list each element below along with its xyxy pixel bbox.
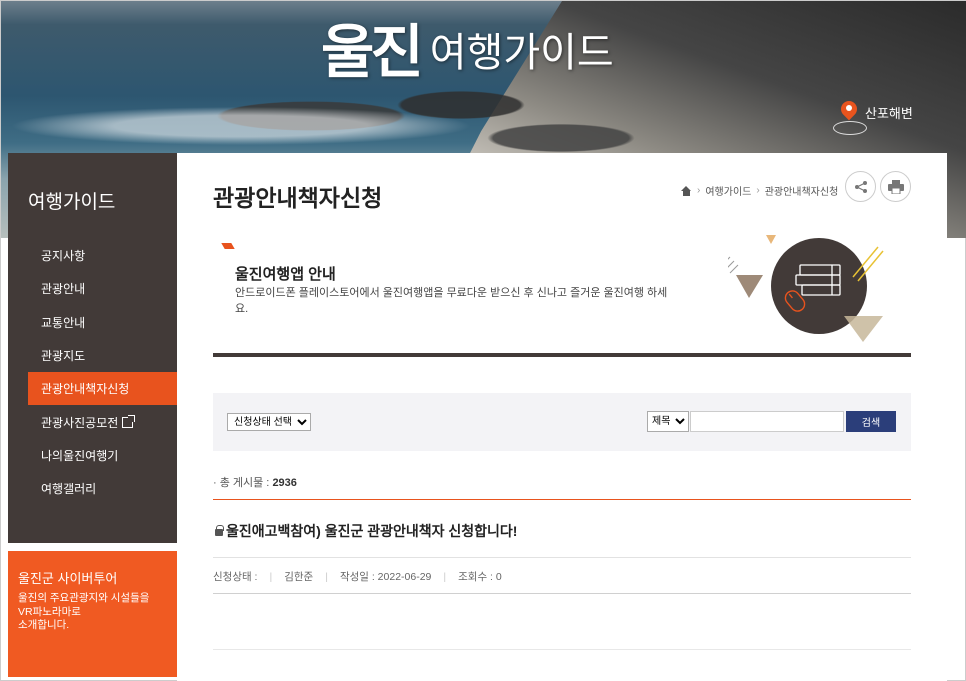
list-top-divider: [213, 499, 911, 500]
hero-subtitle: 여행가이드: [429, 31, 614, 75]
sidebar-item-label: 관광지도: [41, 349, 86, 364]
sidebar-title: 여행가이드: [28, 192, 116, 213]
sidebar-item-gallery[interactable]: 여행갤러리: [8, 472, 177, 505]
meta-separator: |: [269, 570, 273, 583]
breadcrumb: › 여행가이드 › 관광안내책자신청: [681, 183, 838, 198]
books-illustration-icon: [728, 235, 884, 342]
cyber-tour-title: 울진군 사이버투어: [18, 571, 118, 586]
meta-separator: |: [443, 570, 447, 583]
cyber-tour-line: 소개합니다.: [18, 619, 70, 632]
sidebar-item-notice[interactable]: 공지사항: [8, 239, 177, 272]
post-divider: [213, 557, 911, 558]
print-icon: [887, 179, 904, 194]
post-views: 조회수 : 0: [458, 571, 502, 583]
sidebar-item-photo-contest[interactable]: 관광사진공모전: [8, 405, 177, 438]
sidebar-item-tour-info[interactable]: 관광안내: [8, 272, 177, 305]
share-button[interactable]: [845, 171, 876, 202]
home-icon[interactable]: [681, 185, 692, 196]
location-label: 산포해변: [865, 105, 913, 121]
app-info-title: 울진여행앱 안내: [235, 266, 336, 283]
sidebar-menu: 공지사항 관광안내 교통안내 관광지도 관광안내책자신청 관광사진공모전 나의울…: [8, 239, 182, 505]
post-author: 김한준: [284, 571, 314, 583]
meta-separator: |: [325, 570, 328, 583]
location-marker[interactable]: 산포해변: [833, 101, 913, 135]
cyber-tour-description: 울진의 주요관광지와 시설들을 VR파노라마로 소개합니다.: [18, 592, 167, 633]
total-posts: · 총 게시물 : 2936: [213, 474, 297, 490]
post-date: 작성일 : 2022-06-29: [339, 571, 432, 583]
post-meta: 신청상태 : | 김한준 | 작성일 : 2022-06-29 | 조회수 : …: [213, 569, 502, 584]
sidebar-item-map[interactable]: 관광지도: [8, 339, 177, 372]
share-icon: [854, 180, 867, 193]
sidebar-item-label: 여행갤러리: [41, 482, 97, 497]
search-filter-bar: 신청상태 선택 제목 검색: [213, 393, 911, 451]
main-content: 관광안내책자신청 › 여행가이드 › 관광안내책자신청 울진여행앱 안내 안드로…: [177, 153, 947, 681]
print-button[interactable]: [880, 171, 911, 202]
post-content-divider: [213, 649, 911, 650]
chevron-right-icon: ›: [756, 185, 760, 196]
banner-divider: [213, 353, 911, 357]
cyber-tour-line: VR파노라마로: [18, 605, 81, 618]
cyber-tour-banner[interactable]: 울진군 사이버투어 울진의 주요관광지와 시설들을 VR파노라마로 소개합니다.: [8, 551, 177, 677]
search-button[interactable]: 검색: [846, 411, 896, 432]
search-input[interactable]: [690, 411, 844, 432]
sidebar-item-label: 관광사진공모전: [41, 415, 119, 430]
sidebar-item-label: 교통안내: [41, 315, 86, 330]
lock-icon: [215, 525, 224, 537]
post-divider: [213, 593, 911, 594]
total-posts-count: 2936: [272, 477, 297, 489]
sidebar-item-label: 공지사항: [41, 249, 86, 264]
app-info-description: 안드로이드폰 플레이스토어에서 울진여행앱을 무료다운 받으신 후 신나고 즐거…: [235, 287, 668, 315]
search-field-select[interactable]: 제목: [647, 411, 689, 432]
sidebar-item-transport[interactable]: 교통안내: [8, 306, 177, 339]
page-title: 관광안내책자신청: [213, 185, 383, 211]
uljin-logo[interactable]: 울진: [321, 23, 424, 81]
sidebar-item-label: 관광안내책자신청: [41, 382, 130, 397]
post-title[interactable]: 울진애고백참여) 울진군 관광안내책자 신청합니다!: [226, 521, 517, 541]
hero-title: 울진 여행가이드: [321, 23, 614, 81]
sidebar-item-travelogue[interactable]: 나의울진여행기: [8, 439, 177, 472]
chevron-right-icon: ›: [697, 185, 701, 196]
sidebar-item-label: 관광안내: [41, 282, 86, 297]
accent-mark: [221, 243, 235, 249]
total-posts-label: · 총 게시물 :: [213, 477, 270, 489]
cyber-tour-line: 울진의 주요관광지와 시설들을: [18, 592, 150, 604]
post-title-row[interactable]: 울진애고백참여) 울진군 관광안내책자 신청합니다!: [215, 521, 517, 541]
breadcrumb-item[interactable]: 여행가이드: [705, 183, 751, 198]
map-pin-icon: [833, 101, 867, 135]
sidebar-item-brochure-request[interactable]: 관광안내책자신청: [28, 372, 182, 406]
hero-waves: [1, 96, 601, 156]
post-status: 신청상태 :: [213, 571, 258, 583]
breadcrumb-item-current[interactable]: 관광안내책자신청: [765, 183, 839, 198]
sidebar-item-label: 나의울진여행기: [41, 448, 119, 463]
app-info-banner: 울진여행앱 안내 안드로이드폰 플레이스토어에서 울진여행앱을 무료다운 받으신…: [213, 235, 911, 357]
status-select[interactable]: 신청상태 선택: [227, 413, 311, 431]
sidebar: 여행가이드 공지사항 관광안내 교통안내 관광지도 관광안내책자신청 관광사진공…: [8, 153, 182, 543]
external-link-icon: [122, 414, 136, 428]
